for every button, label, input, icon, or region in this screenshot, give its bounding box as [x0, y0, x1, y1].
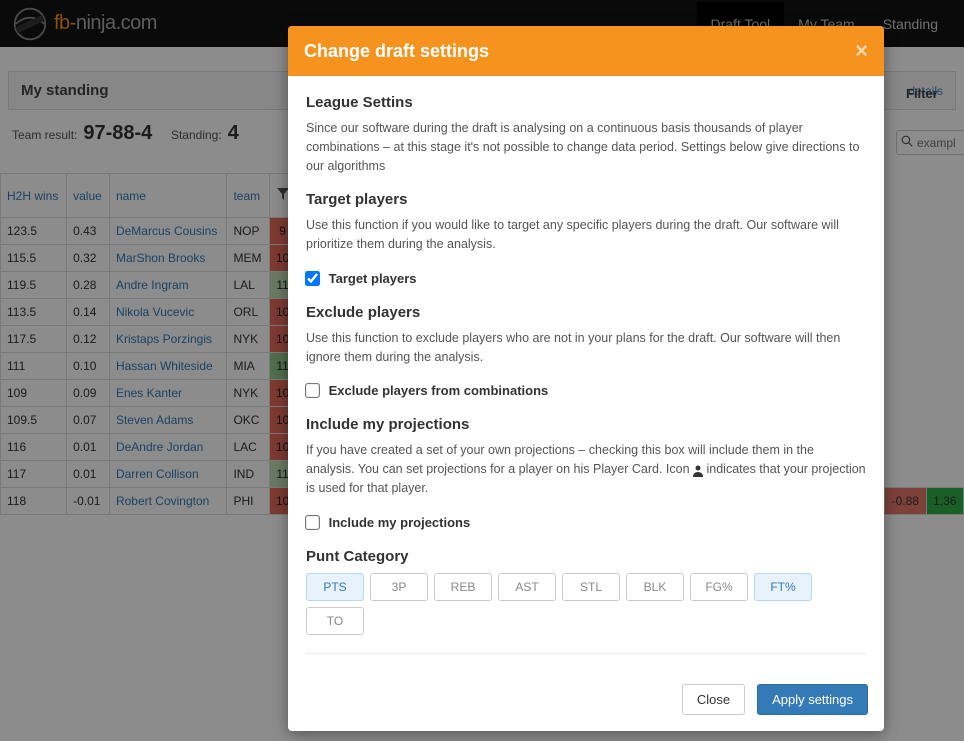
modal-header: Change draft settings × [288, 26, 884, 76]
punt-fgpct[interactable]: FG% [690, 573, 748, 601]
league-desc: Since our software during the draft is a… [306, 119, 866, 175]
target-checkbox[interactable] [305, 271, 320, 286]
punt-ftpct[interactable]: FT% [754, 573, 812, 601]
target-checkbox-row: Target players [306, 270, 866, 286]
punt-heading: Punt Category [306, 548, 866, 565]
punt-blk[interactable]: BLK [626, 573, 684, 601]
target-heading: Target players [306, 191, 866, 208]
exclude-heading: Exclude players [306, 304, 866, 321]
punt-pts[interactable]: PTS [306, 573, 364, 601]
modal-title: Change draft settings [304, 41, 489, 62]
close-button[interactable]: Close [682, 684, 745, 715]
target-checkbox-label[interactable]: Target players [329, 271, 417, 286]
punt-ast[interactable]: AST [498, 573, 556, 601]
punt-stl[interactable]: STL [562, 573, 620, 601]
projections-checkbox-label[interactable]: Include my projections [329, 515, 471, 530]
apply-button[interactable]: Apply settings [757, 684, 868, 715]
punt-3p[interactable]: 3P [370, 573, 428, 601]
draft-settings-modal: Change draft settings × League Settins S… [288, 26, 884, 731]
exclude-checkbox[interactable] [305, 383, 320, 398]
modal-footer: Close Apply settings [288, 672, 884, 731]
league-heading: League Settins [306, 94, 866, 111]
projections-desc: If you have created a set of your own pr… [306, 441, 866, 497]
exclude-desc: Use this function to exclude players who… [306, 329, 866, 367]
target-desc: Use this function if you would like to t… [306, 216, 866, 254]
punt-category-row: PTS3PREBASTSTLBLKFG%FT% TO [306, 573, 866, 654]
projections-checkbox[interactable] [305, 515, 320, 530]
punt-to[interactable]: TO [306, 607, 364, 635]
projections-heading: Include my projections [306, 416, 866, 433]
modal-body: League Settins Since our software during… [288, 76, 884, 672]
exclude-checkbox-row: Exclude players from combinations [306, 382, 866, 398]
exclude-checkbox-label[interactable]: Exclude players from combinations [329, 383, 549, 398]
modal-close-button[interactable]: × [855, 40, 868, 62]
projections-checkbox-row: Include my projections [306, 514, 866, 530]
punt-reb[interactable]: REB [434, 573, 492, 601]
person-icon [693, 464, 703, 476]
